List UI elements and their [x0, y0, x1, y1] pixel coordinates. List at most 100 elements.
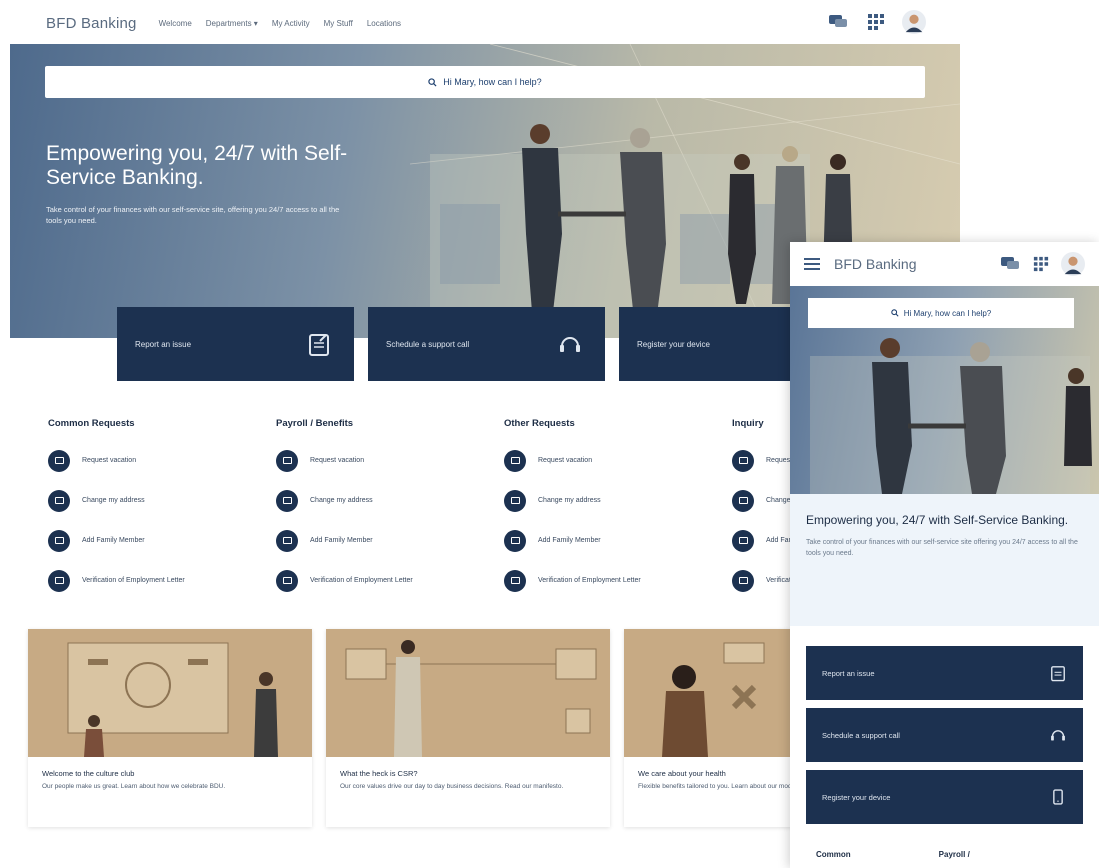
request-label: Request vacation	[310, 457, 365, 464]
request-label: Change my address	[82, 497, 145, 504]
news-image-culture	[28, 629, 312, 757]
request-icon	[276, 569, 298, 592]
headset-icon	[1051, 730, 1065, 741]
mobile-action-cards: Report an issue Schedule a support call …	[790, 626, 1099, 824]
request-column-other: Other Requests Request vacation Change m…	[504, 418, 732, 607]
nav-icons	[826, 10, 926, 34]
report-issue-button[interactable]: Report an issue	[117, 307, 354, 381]
request-icon	[276, 529, 298, 552]
mobile-hero-illustration	[810, 338, 1092, 494]
action-label: Register your device	[637, 339, 710, 349]
nav-my-stuff[interactable]: My Stuff	[324, 19, 353, 28]
clipboard-icon	[309, 334, 329, 356]
request-item[interactable]: Add Family Member	[276, 527, 504, 554]
search-input[interactable]: Hi Mary, how can I help?	[45, 66, 925, 98]
request-item[interactable]: Request vacation	[276, 447, 504, 474]
request-icon	[48, 529, 70, 552]
mobile-hero-subtitle: Take control of your finances with our s…	[806, 539, 1078, 557]
brand-logo[interactable]: BFD Banking	[46, 15, 137, 32]
request-item[interactable]: Request vacation	[504, 447, 732, 474]
category-common: Common	[816, 850, 851, 859]
nav-departments[interactable]: Departments ▾	[206, 19, 258, 28]
request-icon	[48, 449, 70, 472]
mobile-hero-title: Empowering you, 24/7 with Self-Service B…	[806, 513, 1069, 527]
mobile-top-bar: BFD Banking	[790, 242, 1099, 286]
report-issue-button[interactable]: Report an issue	[806, 646, 1083, 700]
apps-grid-icon[interactable]	[864, 10, 888, 34]
request-icon	[732, 529, 754, 552]
category-payroll: Payroll /	[938, 850, 970, 859]
request-item[interactable]: Add Family Member	[48, 527, 276, 554]
request-label: Add Family Member	[538, 537, 601, 544]
column-title: Other Requests	[504, 418, 575, 429]
nav-my-activity[interactable]: My Activity	[272, 19, 310, 28]
news-title: Welcome to the culture club	[42, 769, 135, 778]
search-icon	[428, 77, 437, 87]
schedule-call-button[interactable]: Schedule a support call	[368, 307, 605, 381]
news-card[interactable]: Welcome to the culture club Our people m…	[28, 629, 312, 827]
chat-icon[interactable]	[999, 255, 1021, 273]
request-icon	[48, 569, 70, 592]
request-column-common: Common Requests Request vacation Change …	[48, 418, 276, 607]
mobile-hero-text: Empowering you, 24/7 with Self-Service B…	[790, 494, 1099, 626]
request-icon	[504, 569, 526, 592]
hero-title: Empowering you, 24/7 with Self-Service B…	[46, 142, 348, 189]
mobile-category-headings: Common Payroll /	[816, 850, 970, 859]
news-title: What the heck is CSR?	[340, 769, 418, 778]
column-title: Payroll / Benefits	[276, 418, 354, 429]
request-label: Add Family Member	[82, 537, 145, 544]
request-label: Request vacation	[538, 457, 593, 464]
request-icon	[504, 489, 526, 512]
search-placeholder: Hi Mary, how can I help?	[443, 77, 542, 87]
request-item[interactable]: Verification of Employment Letter	[504, 567, 732, 594]
hamburger-menu-icon[interactable]	[804, 258, 820, 270]
request-label: Change my address	[310, 497, 373, 504]
nav-welcome[interactable]: Welcome	[159, 19, 192, 28]
avatar[interactable]	[902, 10, 926, 34]
mobile-mockup: BFD Banking Hi Mary, how can I help? Emp…	[790, 242, 1099, 868]
headset-icon	[560, 337, 580, 352]
request-icon	[48, 489, 70, 512]
action-label: Schedule a support call	[386, 339, 470, 349]
column-title: Common Requests	[48, 418, 135, 429]
request-label: Verification of Employment Letter	[82, 577, 185, 584]
request-icon	[276, 489, 298, 512]
phone-icon	[1053, 789, 1063, 805]
request-icon	[732, 489, 754, 512]
request-item[interactable]: Verification of Employment Letter	[276, 567, 504, 594]
news-description: Our people make us great. Learn about ho…	[42, 783, 226, 790]
schedule-call-button[interactable]: Schedule a support call	[806, 708, 1083, 762]
apps-grid-icon[interactable]	[1033, 256, 1049, 272]
request-icon	[504, 449, 526, 472]
news-card[interactable]: What the heck is CSR? Our core values dr…	[326, 629, 610, 827]
hero-subtitle: Take control of your finances with our s…	[46, 205, 340, 225]
mobile-brand-logo[interactable]: BFD Banking	[834, 256, 916, 272]
request-label: Verification of Employment Letter	[538, 577, 641, 584]
request-item[interactable]: Change my address	[504, 487, 732, 514]
request-icon	[732, 449, 754, 472]
news-image-csr	[326, 629, 610, 757]
action-label: Register your device	[822, 792, 891, 802]
request-icon	[732, 569, 754, 592]
news-description: Our core values drive our day to day bus…	[340, 783, 564, 790]
nav-locations[interactable]: Locations	[367, 19, 401, 28]
chat-icon[interactable]	[826, 10, 850, 34]
request-item[interactable]: Verification of Employment Letter	[48, 567, 276, 594]
mobile-hero: Hi Mary, how can I help?	[790, 286, 1099, 494]
request-item[interactable]: Change my address	[48, 487, 276, 514]
request-label: Change my address	[538, 497, 601, 504]
request-column-payroll: Payroll / Benefits Request vacation Chan…	[276, 418, 504, 607]
clipboard-icon	[1051, 666, 1065, 682]
request-label: Add Family Member	[310, 537, 373, 544]
request-label: Request vacation	[82, 457, 137, 464]
request-item[interactable]: Change my address	[276, 487, 504, 514]
request-item[interactable]: Add Family Member	[504, 527, 732, 554]
nav-links: Welcome Departments ▾ My Activity My Stu…	[159, 19, 401, 28]
action-label: Report an issue	[135, 339, 192, 349]
avatar[interactable]	[1061, 252, 1085, 276]
register-device-button[interactable]: Register your device	[806, 770, 1083, 824]
action-label: Report an issue	[822, 668, 875, 678]
action-cards: Report an issue Schedule a support call …	[117, 307, 856, 381]
request-label: Verification of Employment Letter	[310, 577, 413, 584]
request-item[interactable]: Request vacation	[48, 447, 276, 474]
